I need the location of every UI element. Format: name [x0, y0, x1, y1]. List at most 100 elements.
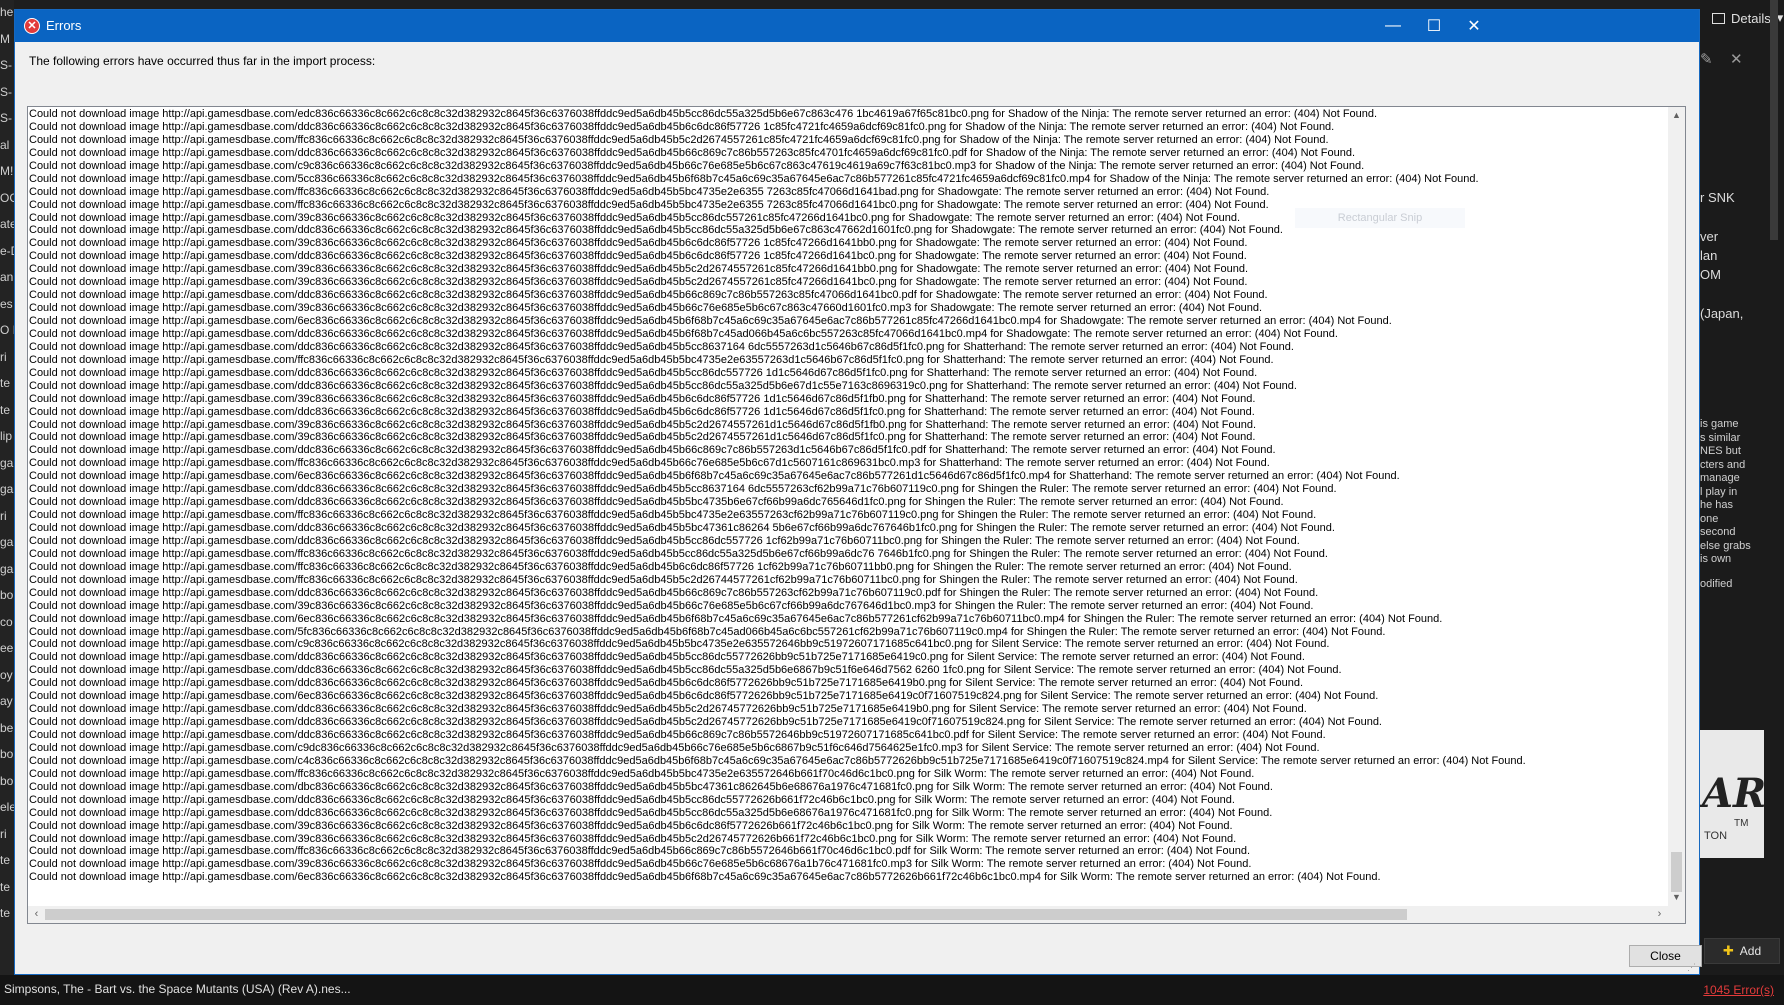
- error-line: Could not download image http://api.game…: [29, 522, 1335, 534]
- horizontal-scroll-thumb[interactable]: [45, 909, 1407, 920]
- vertical-scroll-thumb[interactable]: [1671, 852, 1682, 892]
- scroll-right-icon[interactable]: ›: [1651, 906, 1668, 923]
- background-list-fragment: O I: [0, 323, 14, 337]
- box-art-image: ARS TM TON: [1700, 730, 1764, 858]
- background-list-fragment: oy: [0, 667, 13, 682]
- background-list-fragment: es: [0, 296, 13, 311]
- background-list-fragment: al: [0, 137, 10, 152]
- background-list-fragment: ga: [0, 561, 14, 576]
- status-error-count-link[interactable]: 1045 Error(s): [1703, 983, 1774, 997]
- background-list-fragment: ga: [0, 482, 14, 496]
- background-list-fragment: ga: [0, 535, 14, 549]
- scroll-left-icon[interactable]: ‹: [28, 906, 45, 923]
- panel-text-4: OM: [1700, 267, 1721, 282]
- horizontal-scrollbar[interactable]: ‹ ›: [28, 906, 1668, 923]
- background-list-fragment: ri: [0, 508, 7, 523]
- background-list-fragment: M (: [0, 31, 14, 46]
- error-line: Could not download image http://api.game…: [29, 651, 1305, 664]
- error-line: Could not download image http://api.game…: [29, 754, 1526, 767]
- error-line: Could not download image http://api.game…: [29, 560, 1292, 573]
- background-list-fragment: ri: [0, 349, 7, 364]
- errors-dialog: ✕ Errors — ☐ ✕ The following errors have…: [14, 9, 1702, 975]
- error-line: Could not download image http://api.game…: [29, 146, 1356, 159]
- error-line: Could not download image http://api.game…: [29, 185, 1270, 198]
- error-line: Could not download image http://api.game…: [29, 315, 1392, 327]
- status-bar: Simpsons, The - Bart vs. the Space Mutan…: [0, 975, 1784, 1005]
- error-line: Could not download image http://api.game…: [29, 496, 1284, 509]
- error-line: Could not download image http://api.game…: [29, 457, 1270, 470]
- intro-text: The following errors have occurred thus …: [29, 54, 376, 68]
- panel-text-5: (Japan,: [1700, 306, 1744, 321]
- background-list-fragment: bo: [0, 747, 14, 761]
- maximize-icon: ☐: [1426, 18, 1442, 35]
- background-list-fragment: te: [0, 906, 11, 920]
- error-line: Could not download image http://api.game…: [29, 534, 1300, 547]
- error-line: Could not download image http://api.game…: [29, 729, 1326, 741]
- error-line: Could not download image http://api.game…: [29, 483, 1337, 496]
- error-line: Could not download image http://api.game…: [29, 392, 1256, 405]
- error-line: Could not download image http://api.game…: [29, 444, 1276, 457]
- error-line: Could not download image http://api.game…: [29, 625, 1386, 638]
- error-line: Could not download image http://api.game…: [29, 819, 1233, 832]
- details-icon: [1712, 12, 1725, 24]
- error-line: Could not download image http://api.game…: [29, 767, 1255, 780]
- background-list-fragment: S-: [0, 111, 12, 125]
- error-line: Could not download image http://api.game…: [29, 638, 1330, 651]
- background-app-left-strip: he M (S- S- S-al M! OG ate e-D an es O I ri te te lip g…: [0, 0, 14, 975]
- error-line: Could not download image http://api.game…: [29, 793, 1235, 806]
- scroll-down-icon[interactable]: ▼: [1668, 889, 1685, 906]
- dialog-titlebar[interactable]: ✕ Errors — ☐ ✕: [15, 10, 1699, 42]
- background-list-fragment: ee: [0, 641, 14, 655]
- error-line: Could not download image http://api.game…: [29, 573, 1298, 586]
- details-label: Details: [1731, 10, 1771, 26]
- minimize-button[interactable]: —: [1370, 10, 1416, 42]
- background-list-fragment: bo: [0, 588, 14, 602]
- box-art-tm: TM: [1734, 818, 1749, 829]
- close-window-button[interactable]: ✕: [1451, 10, 1497, 42]
- error-line: Could not download image http://api.game…: [29, 599, 1314, 612]
- scroll-corner: [1668, 906, 1685, 923]
- error-line: Could not download image http://api.game…: [29, 690, 1379, 703]
- error-line: Could not download image http://api.game…: [29, 845, 1251, 858]
- box-art-logo-text: ARS: [1702, 770, 1764, 817]
- background-list-fragment: te: [0, 853, 11, 867]
- error-line: Could not download image http://api.game…: [29, 612, 1443, 625]
- panel-close-icon[interactable]: ✕: [1730, 50, 1743, 68]
- snip-overlay-label: Rectangular Snip: [1295, 208, 1465, 228]
- box-art-sub: TON: [1704, 830, 1728, 842]
- resize-grip-icon[interactable]: ⋰: [1687, 962, 1697, 972]
- background-list-fragment: S-: [0, 84, 12, 99]
- background-list-fragment: OG: [0, 190, 14, 205]
- panel-description: is game s similar NES but cters and mana…: [1700, 418, 1751, 565]
- error-line: Could not download image http://api.game…: [29, 547, 1328, 560]
- error-list-textbox[interactable]: Could not download image http://api.game…: [27, 106, 1686, 924]
- vertical-scrollbar[interactable]: ▲ ▼: [1668, 107, 1685, 906]
- error-icon: ✕: [24, 18, 40, 34]
- error-line: Could not download image http://api.game…: [29, 302, 1263, 315]
- error-line: Could not download image http://api.game…: [29, 263, 1249, 276]
- panel-text-2: ver: [1700, 229, 1719, 244]
- add-button[interactable]: ✚ Add: [1704, 938, 1780, 964]
- background-list-fragment: S-: [0, 58, 12, 72]
- add-icon: ✚: [1722, 943, 1734, 958]
- panel-text-3: lan: [1700, 248, 1718, 263]
- status-current-file: Simpsons, The - Bart vs. the Space Mutan…: [4, 982, 351, 996]
- error-line: Could not download image http://api.game…: [29, 858, 1252, 871]
- error-line: Could not download image http://api.game…: [29, 353, 1274, 366]
- error-line: Could not download image http://api.game…: [29, 237, 1248, 250]
- background-list-fragment: M!: [0, 164, 14, 178]
- error-line: Could not download image http://api.game…: [29, 120, 1335, 133]
- background-list-fragment: ber: [0, 720, 14, 735]
- background-list-fragment: an: [0, 270, 14, 284]
- scroll-up-icon[interactable]: ▲: [1668, 107, 1685, 124]
- background-list-fragment: e-D: [0, 243, 14, 258]
- error-line: Could not download image http://api.game…: [29, 289, 1268, 302]
- error-line: Could not download image http://api.game…: [29, 431, 1256, 444]
- error-line: Could not download image http://api.game…: [29, 871, 1381, 884]
- pencil-icon[interactable]: ✎: [1700, 50, 1713, 68]
- error-line: Could not download image http://api.game…: [29, 159, 1365, 172]
- background-list-fragment: te: [0, 402, 11, 417]
- error-line: Could not download image http://api.game…: [29, 703, 1307, 716]
- background-list-fragment: ele: [0, 800, 14, 814]
- error-line: Could not download image http://api.game…: [29, 276, 1248, 289]
